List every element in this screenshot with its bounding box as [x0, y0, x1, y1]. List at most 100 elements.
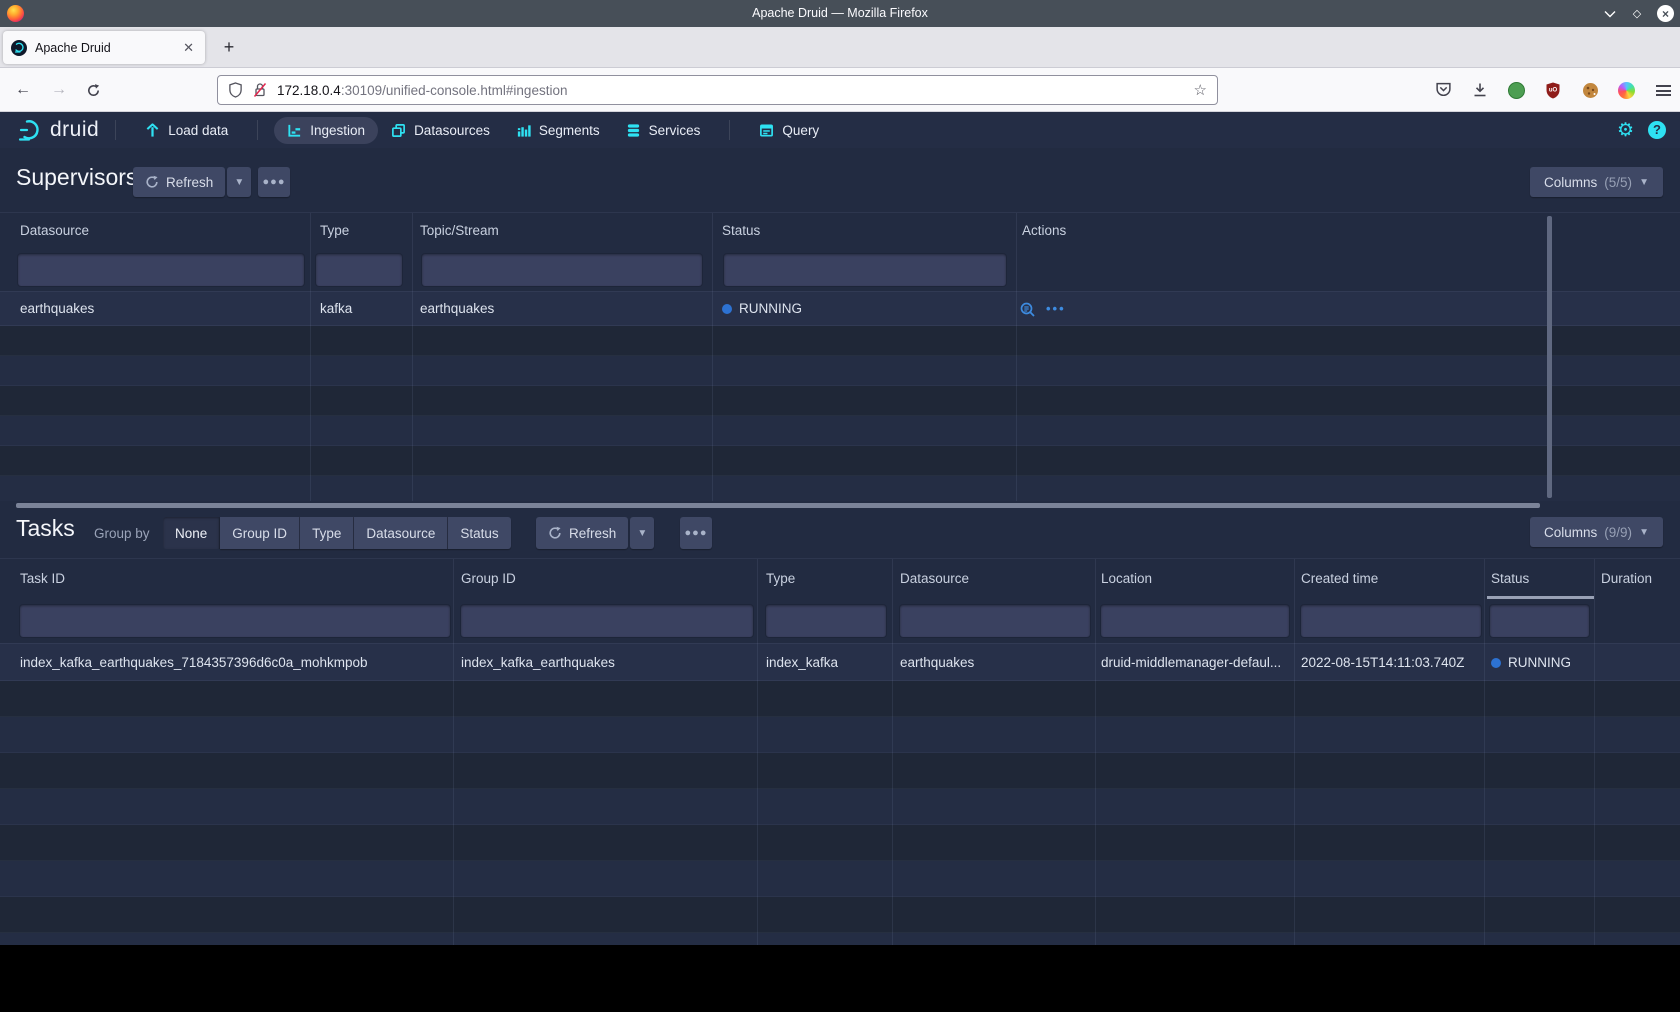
nav-item-ingestion[interactable]: Ingestion — [274, 117, 378, 144]
extension-green-icon[interactable] — [1508, 82, 1525, 99]
tasks-columns-button[interactable]: Columns (9/9) ▼ — [1530, 517, 1663, 547]
column-header[interactable]: Type — [766, 559, 795, 599]
column-header[interactable]: Task ID — [20, 559, 65, 599]
supervisors-horizontal-scrollbar[interactable] — [16, 503, 1540, 508]
window-minimize-button[interactable] — [1603, 7, 1617, 21]
nav-divider — [115, 120, 116, 140]
refresh-icon — [548, 526, 562, 540]
nav-item-load-data[interactable]: Load data — [132, 117, 241, 144]
screen-bottom-margin — [0, 945, 1680, 1012]
status-label: RUNNING — [1508, 644, 1571, 681]
task-datasource: earthquakes — [900, 644, 974, 681]
download-icon[interactable] — [1471, 81, 1489, 99]
bookmark-star-icon[interactable]: ☆ — [1194, 81, 1207, 99]
empty-row — [0, 753, 1680, 789]
column-header[interactable]: Status — [722, 213, 760, 249]
datasources-icon — [391, 123, 406, 138]
nav-item-query[interactable]: Query — [746, 117, 832, 144]
browser-tab[interactable]: Apache Druid ✕ — [3, 31, 205, 64]
services-icon — [626, 123, 641, 138]
tab-title: Apache Druid — [35, 41, 180, 55]
supervisor-magnify-action[interactable] — [1020, 302, 1036, 321]
tasks-more-button[interactable]: ●●● — [680, 517, 712, 549]
filter-input-status[interactable] — [724, 254, 1006, 286]
group-by-status-button[interactable]: Status — [448, 517, 510, 549]
task-row[interactable]: index_kafka_earthquakes_7184357396d6c0a_… — [0, 643, 1680, 681]
menu-icon[interactable] — [1654, 81, 1672, 99]
reload-button[interactable] — [78, 68, 108, 112]
group-by-none-button[interactable]: None — [163, 517, 220, 549]
cookie-ext-icon[interactable] — [1581, 81, 1599, 99]
druid-brand[interactable]: druid — [18, 118, 99, 142]
status-dot — [722, 304, 732, 314]
nav-item-segments[interactable]: Segments — [503, 117, 613, 144]
nav-item-services[interactable]: Services — [613, 117, 714, 144]
supervisor-row[interactable]: earthquakes kafka earthquakes RUNNING ••… — [0, 291, 1680, 326]
filter-input-created-time[interactable] — [1301, 605, 1481, 637]
forward-button[interactable]: → — [44, 68, 74, 112]
group-by-type-button[interactable]: Type — [300, 517, 354, 549]
column-header[interactable]: Datasource — [20, 213, 89, 249]
filter-input-status[interactable] — [1490, 605, 1589, 637]
tab-close-icon[interactable]: ✕ — [180, 40, 197, 56]
reload-icon — [86, 83, 101, 98]
supervisors-table: Datasource Type Topic/Stream Status Acti… — [0, 212, 1680, 501]
new-tab-button[interactable]: + — [216, 35, 242, 61]
column-header[interactable]: Datasource — [900, 559, 969, 599]
column-header[interactable]: Duration — [1601, 559, 1652, 599]
nav-item-datasources[interactable]: Datasources — [378, 117, 503, 144]
magnify-icon — [1020, 302, 1036, 318]
filter-input-datasource[interactable] — [900, 605, 1090, 637]
empty-row — [0, 789, 1680, 825]
supervisor-row-more-icon[interactable]: ••• — [1046, 292, 1066, 326]
supervisors-vertical-scrollbar[interactable] — [1547, 216, 1552, 498]
supervisors-refresh-button[interactable]: Refresh — [133, 167, 225, 197]
empty-row — [0, 476, 1680, 501]
column-header[interactable]: Actions — [1022, 213, 1066, 249]
more-icon: ●●● — [685, 527, 708, 539]
column-header[interactable]: Topic/Stream — [420, 213, 499, 249]
shield-icon[interactable] — [228, 82, 243, 98]
filter-input-datasource[interactable] — [18, 254, 304, 286]
more-icon: ●●● — [263, 176, 286, 188]
pocket-icon[interactable] — [1434, 81, 1452, 99]
lock-slash-icon[interactable] — [253, 82, 267, 98]
column-header[interactable]: Type — [320, 213, 349, 249]
nav-item-label: Load data — [168, 123, 228, 138]
group-by-datasource-button[interactable]: Datasource — [354, 517, 448, 549]
url-bar[interactable]: 172.18.0.4:30109/unified-console.html#in… — [217, 75, 1218, 105]
filter-input-type[interactable] — [316, 254, 402, 286]
filter-input-task-id[interactable] — [20, 605, 450, 637]
settings-gear-icon[interactable]: ⚙ — [1617, 119, 1634, 142]
ublock-icon[interactable]: uO — [1544, 81, 1562, 99]
help-icon[interactable]: ? — [1648, 121, 1666, 139]
supervisors-filter-row — [0, 249, 1680, 291]
svg-text:uO: uO — [1549, 87, 1558, 93]
column-divider — [310, 213, 311, 501]
column-header[interactable]: Group ID — [461, 559, 516, 599]
filter-input-location[interactable] — [1101, 605, 1289, 637]
column-header[interactable]: Location — [1101, 559, 1152, 599]
refresh-label: Refresh — [569, 526, 616, 541]
filter-input-type[interactable] — [766, 605, 886, 637]
refresh-icon — [145, 175, 159, 189]
column-header[interactable]: Created time — [1301, 559, 1378, 599]
task-group-id: index_kafka_earthquakes — [461, 644, 615, 681]
druid-navbar: druid Load data Ingestion Datasources Se… — [0, 112, 1680, 148]
group-by-group-id-button[interactable]: Group ID — [220, 517, 300, 549]
status-label: RUNNING — [739, 292, 802, 326]
filter-input-group-id[interactable] — [461, 605, 753, 637]
filter-input-topic-stream[interactable] — [422, 254, 702, 286]
supervisors-more-button[interactable]: ●●● — [258, 167, 290, 197]
window-close-button[interactable]: × — [1657, 5, 1674, 22]
empty-row — [0, 861, 1680, 897]
tasks-refresh-button[interactable]: Refresh — [536, 517, 628, 549]
back-button[interactable]: ← — [8, 68, 38, 112]
extension-asterisk-icon[interactable] — [1618, 82, 1635, 99]
supervisors-columns-button[interactable]: Columns (5/5) ▼ — [1530, 167, 1663, 197]
tasks-refresh-caret-button[interactable]: ▼ — [630, 517, 654, 549]
empty-row — [0, 717, 1680, 753]
column-header[interactable]: Status — [1491, 559, 1529, 599]
supervisors-refresh-caret-button[interactable]: ▼ — [227, 167, 251, 197]
window-maximize-button[interactable]: ◇ — [1630, 7, 1644, 21]
